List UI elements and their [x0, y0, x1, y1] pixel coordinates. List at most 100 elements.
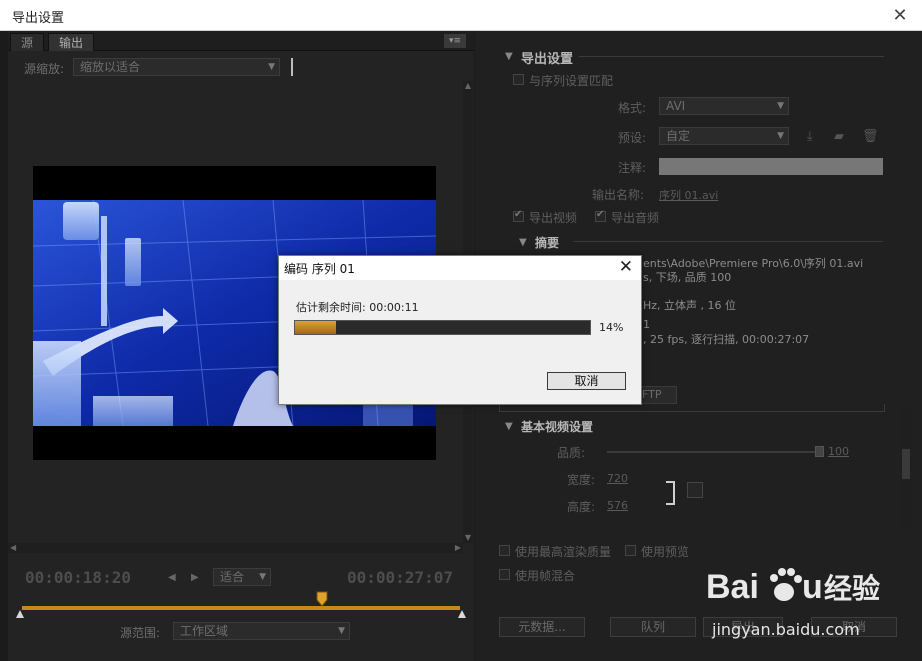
match-sequence-label: 与序列设置匹配	[529, 74, 614, 88]
import-preset-icon[interactable]: ▰	[834, 129, 844, 144]
source-range-value: 工作区域	[180, 624, 229, 638]
source-scale-label: 源缩放:	[24, 62, 65, 76]
export-audio-label: 导出音频	[611, 211, 660, 225]
preview-horizontal-scrollbar[interactable]: ◀ ▶	[8, 543, 463, 553]
comment-label: 注释:	[618, 161, 647, 175]
dialog-title: 编码 序列 01	[284, 262, 355, 276]
scroll-left-icon[interactable]: ◀	[10, 543, 16, 552]
export-settings-title: 导出设置	[521, 52, 574, 67]
export-video-checkbox[interactable]: ✔	[513, 209, 524, 222]
summary-line-video: s, 下场, 品质 100	[643, 271, 732, 284]
export-video-label: 导出视频	[529, 211, 578, 225]
save-preset-icon[interactable]: ⤓	[807, 129, 813, 144]
svg-text:Bai: Bai	[706, 568, 759, 606]
link-bracket	[666, 481, 675, 505]
estimated-time-value: 00:00:11	[369, 301, 419, 314]
divider	[579, 56, 884, 57]
quality-value[interactable]: 100	[828, 445, 849, 458]
chevron-down-icon: ▼	[777, 131, 784, 141]
height-value[interactable]: 576	[607, 499, 628, 512]
frame-blending-checkbox[interactable]	[499, 569, 510, 580]
zoom-fit-value: 适合	[220, 570, 245, 584]
scroll-right-icon[interactable]: ▶	[455, 543, 461, 552]
progress-percent: 14%	[599, 321, 624, 334]
watermark-url: jingyan.baidu.com	[712, 620, 860, 639]
prev-frame-icon[interactable]: ◀	[168, 572, 176, 583]
scroll-down-icon[interactable]: ▼	[463, 533, 473, 543]
use-preview-checkbox[interactable]	[625, 545, 636, 556]
width-value[interactable]: 720	[607, 472, 628, 485]
svg-text:经验: 经验	[824, 572, 880, 605]
estimated-time-label: 估计剩余时间:	[296, 301, 366, 314]
preset-label: 预设:	[618, 131, 647, 145]
preview-tabstrip: 源 输出 ▾≡	[8, 31, 474, 51]
duration-timecode: 00:00:27:07	[347, 568, 453, 587]
queue-button[interactable]: 队列	[610, 617, 696, 637]
basic-video-settings-title: 基本视频设置	[521, 420, 594, 434]
estimated-time: 估计剩余时间: 00:00:11	[296, 299, 419, 315]
tab-ftp[interactable]: FTP	[637, 386, 677, 404]
constrain-proportions-toggle[interactable]	[687, 482, 703, 498]
max-render-quality-label: 使用最高渲染质量	[515, 545, 612, 559]
summary-line-source-video: , 25 fps, 逐行扫描, 00:00:27:07	[643, 333, 810, 346]
source-range-dropdown[interactable]: 工作区域 ▼	[173, 622, 350, 640]
source-scale-value: 缩放以适合	[80, 60, 141, 74]
window-titlebar: 导出设置 ✕	[0, 0, 922, 31]
format-value: AVI	[666, 99, 686, 113]
comment-field[interactable]	[659, 158, 883, 175]
source-range-label: 源范围:	[120, 626, 161, 640]
frame-blending-label: 使用帧混合	[515, 569, 576, 583]
tab-output[interactable]: 输出	[48, 33, 95, 51]
next-frame-icon[interactable]: ▶	[191, 572, 199, 583]
out-point-handle[interactable]	[458, 610, 466, 618]
quality-label: 品质:	[557, 446, 586, 460]
chevron-down-icon: ▼	[777, 101, 784, 111]
width-label: 宽度:	[567, 473, 596, 487]
source-scale-dropdown[interactable]: 缩放以适合 ▼	[73, 58, 280, 76]
in-point-handle[interactable]	[16, 610, 24, 618]
playhead-marker[interactable]	[316, 591, 328, 607]
svg-text:u: u	[802, 568, 823, 606]
current-timecode[interactable]: 00:00:18:20	[25, 568, 131, 587]
preset-value: 自定	[666, 129, 691, 143]
scroll-up-icon[interactable]: ▲	[463, 81, 473, 91]
export-audio-checkbox[interactable]: ✔	[595, 209, 606, 222]
baidu-paw-icon: Bai u 经验	[706, 568, 880, 606]
output-name-link[interactable]: 序列 01.avi	[659, 187, 718, 203]
chevron-down-icon: ▼	[259, 572, 266, 582]
watermark-logo: Bai u 经验	[706, 562, 916, 620]
output-name-label: 输出名称:	[592, 188, 645, 202]
collapse-triangle-icon[interactable]: ▼	[519, 237, 527, 248]
window-close-icon[interactable]: ✕	[890, 5, 910, 26]
dialog-close-icon[interactable]: ✕	[619, 257, 633, 277]
divider	[573, 241, 883, 242]
summary-line-source: 1	[643, 318, 650, 331]
chevron-down-icon: ▼	[268, 62, 275, 72]
scrollbar-thumb[interactable]	[902, 449, 910, 479]
encoding-dialog: 编码 序列 01 ✕ 估计剩余时间: 00:00:11 14% 取消	[278, 255, 642, 405]
metadata-button[interactable]: 元数据...	[499, 617, 585, 637]
summary-title: 摘要	[535, 236, 560, 250]
quality-slider[interactable]	[607, 451, 823, 453]
preset-dropdown[interactable]: 自定 ▼	[659, 127, 789, 145]
window-title: 导出设置	[12, 11, 65, 26]
settings-scrollbar[interactable]	[901, 409, 911, 529]
tab-source[interactable]: 源	[10, 33, 45, 51]
format-dropdown[interactable]: AVI ▼	[659, 97, 789, 115]
height-label: 高度:	[567, 500, 596, 514]
dialog-titlebar: 编码 序列 01 ✕	[279, 256, 641, 280]
panel-menu-icon[interactable]: ▾≡	[444, 34, 466, 48]
tab-content-border	[499, 404, 885, 412]
collapse-triangle-icon[interactable]: ▼	[505, 51, 513, 62]
max-render-quality-checkbox[interactable]	[499, 545, 510, 556]
timeline-bar[interactable]	[22, 606, 460, 610]
quality-slider-thumb[interactable]	[815, 446, 824, 457]
divider	[291, 58, 293, 76]
format-label: 格式:	[618, 101, 647, 115]
delete-preset-icon[interactable]: 🗑	[862, 129, 879, 144]
cancel-encoding-button[interactable]: 取消	[547, 372, 626, 390]
zoom-fit-dropdown[interactable]: 适合 ▼	[213, 568, 271, 586]
match-sequence-checkbox[interactable]	[513, 74, 524, 85]
collapse-triangle-icon[interactable]: ▼	[505, 421, 513, 432]
chevron-down-icon: ▼	[338, 626, 345, 636]
